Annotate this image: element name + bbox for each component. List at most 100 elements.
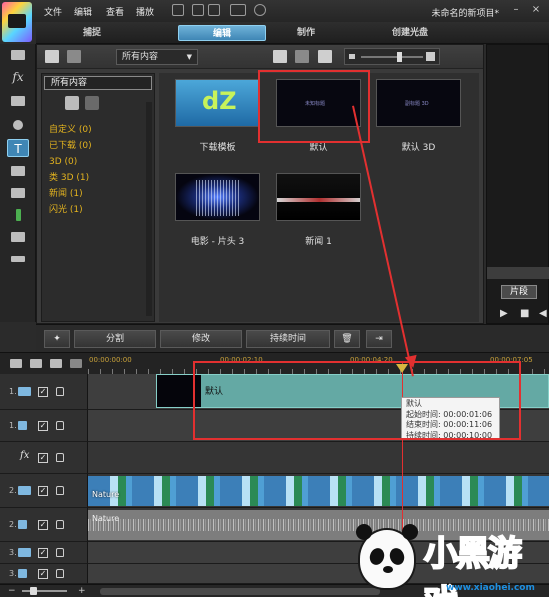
library-filter-select[interactable]: 所有内容 ▼ — [116, 49, 198, 65]
title-icon[interactable]: T — [7, 139, 29, 157]
lock-icon[interactable] — [56, 548, 64, 557]
track-number: 1. — [9, 387, 17, 396]
template-thumb-news[interactable] — [276, 173, 361, 221]
thumbnail-size-slider[interactable] — [344, 48, 440, 65]
gear-icon[interactable] — [254, 4, 266, 16]
template-label: 电影 - 片头 3 — [190, 237, 245, 247]
video-clip[interactable]: Nature — [88, 476, 549, 506]
small-thumb-icon — [349, 54, 355, 59]
track-video-2[interactable]: Nature — [88, 474, 549, 508]
template-thumb-download[interactable]: dZ — [175, 79, 260, 127]
minimize-icon[interactable]: – — [510, 4, 522, 16]
import-media-icon[interactable] — [67, 50, 81, 63]
category-downloaded[interactable]: 已下载 (0) — [49, 138, 92, 154]
timeline-view-icon[interactable] — [10, 359, 22, 368]
instant-project-icon[interactable] — [7, 184, 29, 202]
category-custom[interactable]: 自定义 (0) — [49, 122, 92, 138]
import-folder-icon[interactable] — [45, 50, 59, 63]
add-category-icon[interactable] — [65, 96, 79, 110]
template-thumb-default-3d[interactable]: 副标题 3D — [376, 79, 461, 127]
lock-icon[interactable] — [56, 387, 64, 396]
storyboard-view-icon[interactable] — [30, 359, 42, 368]
transition-icon[interactable] — [7, 92, 29, 110]
category-flash[interactable]: 闪光 (1) — [49, 202, 92, 218]
track-visible-checkbox[interactable]: ✓ — [38, 453, 48, 463]
menu-view[interactable]: 查看 — [106, 5, 124, 18]
zoom-out-icon[interactable]: − — [8, 586, 16, 596]
sort-icon[interactable] — [295, 50, 309, 63]
lock-icon[interactable] — [56, 569, 64, 578]
magic-tool-icon[interactable]: ✦ — [44, 330, 70, 348]
tab-edit[interactable]: 编辑 — [178, 25, 266, 41]
track-manager-icon[interactable] — [50, 359, 62, 368]
modify-button[interactable]: 修改 — [160, 330, 242, 348]
split-button[interactable]: 分割 — [74, 330, 156, 348]
menu-play[interactable]: 播放 — [136, 5, 154, 18]
play-icon[interactable]: ▶ — [500, 308, 508, 319]
add-track-icon[interactable] — [70, 359, 82, 368]
new-document-icon[interactable] — [273, 50, 287, 63]
track-fx[interactable] — [88, 442, 549, 474]
graphic-icon[interactable] — [7, 162, 29, 180]
tab-clip[interactable]: 片段 — [501, 285, 537, 299]
stop-icon[interactable]: ■ — [520, 308, 529, 319]
zoom-slider-handle[interactable] — [30, 587, 37, 595]
track-visible-checkbox[interactable]: ✓ — [38, 387, 48, 397]
export-icon[interactable]: ⇥ — [366, 330, 392, 348]
delete-icon[interactable]: 🗑 — [334, 330, 360, 348]
track-visible-checkbox[interactable]: ✓ — [38, 569, 48, 579]
media-icon[interactable] — [7, 46, 29, 64]
category-list: 自定义 (0) 已下载 (0) 3D (0) 类 3D (1) 新闻 (1) 闪… — [49, 122, 92, 218]
grid-view-icon[interactable] — [318, 50, 332, 63]
slider-handle[interactable] — [397, 52, 402, 62]
score-icon[interactable] — [7, 228, 29, 246]
chevron-down-icon: ▼ — [186, 53, 192, 61]
tab-produce[interactable]: 制作 — [262, 25, 350, 41]
menu-edit[interactable]: 编辑 — [74, 5, 92, 18]
preview-scrubber[interactable] — [487, 267, 549, 279]
fx-icon[interactable]: fx — [7, 68, 29, 86]
category-scrollbar[interactable] — [146, 102, 152, 316]
category-all[interactable]: 所有内容 — [44, 76, 152, 90]
redo-icon[interactable] — [208, 4, 220, 16]
zoom-slider[interactable] — [22, 590, 67, 592]
category-3d[interactable]: 3D (0) — [49, 154, 92, 170]
filter-icon[interactable] — [7, 116, 29, 134]
subtitle-icon[interactable] — [7, 250, 29, 268]
mode-tabs: 捕捉 编辑 制作 创建光盘 — [36, 22, 549, 44]
video-clip-label: Nature — [92, 490, 120, 499]
category-news[interactable]: 新闻 (1) — [49, 186, 92, 202]
timeline-scrollbar[interactable] — [100, 588, 380, 595]
save-icon[interactable] — [172, 4, 184, 16]
lock-icon[interactable] — [56, 421, 64, 430]
track-visible-checkbox[interactable]: ✓ — [38, 548, 48, 558]
lock-icon[interactable] — [56, 486, 64, 495]
menu-bar: 文件 编辑 查看 播放 未命名的新项目* – × — [0, 0, 549, 42]
tab-create-disc[interactable]: 创建光盘 — [366, 25, 454, 41]
lock-icon[interactable] — [56, 520, 64, 529]
tab-capture[interactable]: 捕捉 — [48, 25, 136, 41]
track-visible-checkbox[interactable]: ✓ — [38, 520, 48, 530]
project-title: 未命名的新项目* — [431, 9, 499, 19]
track-header-audio-3: 3. ✓ — [0, 564, 88, 584]
previous-icon[interactable]: ◀ — [539, 308, 547, 319]
close-icon[interactable]: × — [530, 4, 542, 16]
template-label: 默认 3D — [401, 143, 436, 153]
template-thumb-film-opening[interactable] — [175, 173, 260, 221]
track-visible-checkbox[interactable]: ✓ — [38, 486, 48, 496]
library-filter-value: 所有内容 — [122, 52, 159, 62]
category-pseudo-3d[interactable]: 类 3D (1) — [49, 170, 92, 186]
track-header-video-1: 1. ✓ — [0, 374, 88, 410]
undo-icon[interactable] — [192, 4, 204, 16]
video-mode-icon[interactable] — [230, 4, 246, 16]
lock-icon[interactable] — [56, 453, 64, 462]
site-watermark: 小黑游戏 www.xiaohei.com — [350, 520, 549, 597]
duration-button[interactable]: 持续时间 — [246, 330, 330, 348]
zoom-in-icon[interactable]: + — [78, 586, 86, 596]
menu-file[interactable]: 文件 — [44, 5, 62, 18]
track-visible-checkbox[interactable]: ✓ — [38, 421, 48, 431]
microphone-icon[interactable] — [7, 206, 29, 224]
track-header-video-2: 2. ✓ — [0, 474, 88, 508]
remove-category-icon[interactable] — [85, 96, 99, 110]
preview-pane: 片段 ▶ ■ ◀ — [486, 44, 549, 324]
